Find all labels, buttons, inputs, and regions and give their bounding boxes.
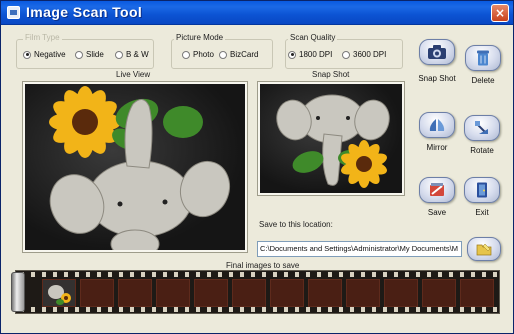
elephant-eye-right bbox=[162, 199, 168, 205]
radio-negative[interactable]: Negative bbox=[23, 50, 66, 59]
filmstrip-holes-bottom bbox=[16, 307, 499, 312]
mirror-button[interactable] bbox=[419, 112, 455, 138]
radio-photo[interactable]: Photo bbox=[182, 50, 214, 59]
save-location-field[interactable]: C:\Documents and Settings\Administrator\… bbox=[257, 241, 462, 257]
snap-shot-button-label: Snap Shot bbox=[418, 74, 456, 83]
snap-eye-left bbox=[316, 116, 320, 120]
radio-bw-label: B & W bbox=[126, 50, 149, 59]
rotate-button-label: Rotate bbox=[470, 146, 494, 155]
sunflower bbox=[49, 86, 121, 158]
radio-slide-label: Slide bbox=[86, 50, 104, 59]
live-view-panel bbox=[23, 82, 247, 252]
live-view-image bbox=[49, 86, 231, 250]
browse-folder-button[interactable] bbox=[467, 237, 501, 261]
filmstrip-frame-empty bbox=[422, 279, 456, 307]
title-bar[interactable]: Image Scan Tool × bbox=[1, 1, 513, 25]
final-images-label: Final images to save bbox=[226, 261, 300, 270]
save-icon bbox=[430, 183, 444, 196]
window-title: Image Scan Tool bbox=[26, 4, 143, 20]
exit-button[interactable] bbox=[464, 177, 500, 203]
radio-1800dpi-label: 1800 DPI bbox=[299, 50, 333, 59]
radio-negative-dot[interactable] bbox=[23, 50, 31, 59]
radio-bizcard-label: BizCard bbox=[230, 50, 259, 59]
radio-slide[interactable]: Slide bbox=[75, 50, 104, 59]
film-type-label: Film Type bbox=[23, 33, 62, 42]
filmstrip-frame-empty bbox=[384, 279, 418, 307]
radio-3600dpi[interactable]: 3600 DPI bbox=[342, 50, 386, 59]
scan-quality-group: Scan Quality 1800 DPI 3600 DPI bbox=[285, 33, 403, 69]
live-view-label: Live View bbox=[116, 70, 151, 79]
final-images-filmstrip[interactable] bbox=[15, 270, 500, 314]
folder-icon bbox=[476, 243, 492, 256]
radio-1800dpi[interactable]: 1800 DPI bbox=[288, 50, 332, 59]
delete-button[interactable] bbox=[465, 45, 501, 71]
app-icon bbox=[7, 6, 20, 19]
radio-photo-label: Photo bbox=[193, 50, 214, 59]
delete-button-label: Delete bbox=[471, 76, 495, 85]
snap-shot-panel bbox=[258, 82, 404, 195]
filmstrip-frame-empty bbox=[80, 279, 114, 307]
radio-slide-dot[interactable] bbox=[75, 50, 83, 59]
sunflower-snap bbox=[341, 140, 387, 188]
radio-bizcard-dot[interactable] bbox=[219, 50, 227, 59]
mirror-button-label: Mirror bbox=[426, 143, 448, 152]
filmstrip-holes-top bbox=[16, 272, 499, 277]
save-button-label: Save bbox=[427, 208, 447, 217]
radio-1800dpi-dot[interactable] bbox=[288, 50, 296, 59]
radio-bizcard[interactable]: BizCard bbox=[219, 50, 258, 59]
film-canister-icon bbox=[11, 272, 25, 312]
image-scan-tool-window: Image Scan Tool × Film Type Negative Sli… bbox=[0, 0, 514, 334]
mirror-icon bbox=[429, 119, 445, 131]
camera-icon bbox=[428, 45, 446, 59]
snap-shot-button[interactable] bbox=[419, 39, 455, 65]
thumbnail-image bbox=[48, 285, 71, 305]
radio-3600dpi-dot[interactable] bbox=[342, 50, 350, 59]
close-button[interactable]: × bbox=[491, 4, 509, 22]
save-button[interactable] bbox=[419, 177, 455, 203]
radio-photo-dot[interactable] bbox=[182, 50, 190, 59]
save-location-label: Save to this location: bbox=[259, 220, 333, 229]
radio-bw-dot[interactable] bbox=[115, 50, 123, 59]
filmstrip-frame-empty bbox=[232, 279, 266, 307]
elephant-eye-left bbox=[117, 201, 123, 207]
snap-shot-image bbox=[276, 94, 390, 188]
filmstrip-frame-empty bbox=[118, 279, 152, 307]
filmstrip-frame-empty bbox=[156, 279, 190, 307]
rotate-icon bbox=[475, 121, 488, 134]
filmstrip-frame-empty bbox=[308, 279, 342, 307]
radio-3600dpi-label: 3600 DPI bbox=[353, 50, 387, 59]
exit-icon bbox=[477, 182, 487, 198]
filmstrip-thumbnail[interactable] bbox=[42, 279, 76, 307]
trash-icon bbox=[477, 50, 489, 66]
picture-mode-group: Picture Mode Photo BizCard bbox=[171, 33, 273, 69]
filmstrip-frame-empty bbox=[270, 279, 304, 307]
filmstrip-frame-empty bbox=[346, 279, 380, 307]
scan-quality-label: Scan Quality bbox=[288, 33, 338, 42]
film-type-group: Film Type Negative Slide B & W bbox=[16, 33, 154, 69]
rotate-button[interactable] bbox=[464, 115, 500, 141]
radio-negative-label: Negative bbox=[34, 50, 66, 59]
filmstrip-frame-empty bbox=[194, 279, 228, 307]
picture-mode-label: Picture Mode bbox=[174, 33, 226, 42]
filmstrip-frame-empty bbox=[460, 279, 494, 307]
radio-bw[interactable]: B & W bbox=[115, 50, 149, 59]
snap-shot-label: Snap Shot bbox=[312, 70, 350, 79]
exit-button-label: Exit bbox=[475, 208, 489, 217]
snap-eye-right bbox=[346, 116, 350, 120]
leaves bbox=[112, 98, 203, 150]
